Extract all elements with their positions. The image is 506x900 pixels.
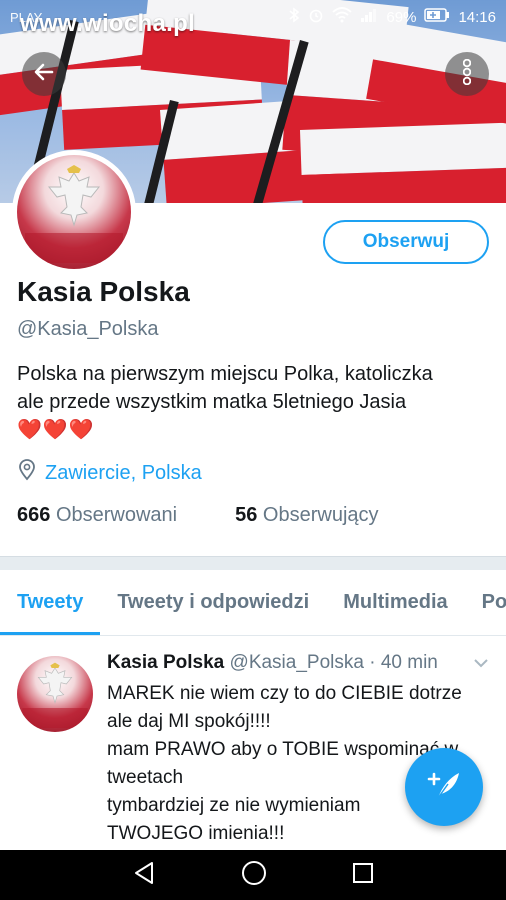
arrow-left-icon: [32, 60, 56, 89]
alarm-icon: [308, 7, 324, 27]
tweet-handle[interactable]: @Kasia_Polska: [230, 652, 364, 673]
nav-recents-button[interactable]: [352, 862, 374, 889]
nav-back-button[interactable]: [132, 860, 156, 891]
followers-label: Obserwujący: [262, 504, 379, 526]
location-pin-icon: [17, 459, 37, 487]
back-button[interactable]: [22, 52, 66, 96]
bio-line: ale przede wszystkim matka 5letniego Jas…: [17, 391, 407, 413]
tweet-header: Kasia Polska @Kasia_Polska · 40 min: [107, 652, 438, 674]
section-divider: [0, 556, 506, 570]
following-count: 666: [17, 504, 51, 526]
chevron-down-icon: [472, 657, 490, 674]
white-eagle-emblem: [25, 165, 123, 263]
following-label: Obserwowani: [55, 504, 178, 526]
nav-home-button[interactable]: [241, 860, 267, 891]
flag-shape: [300, 122, 506, 203]
follow-button[interactable]: Obserwuj: [323, 220, 489, 264]
location-label: Zawiercie, Polska: [45, 461, 202, 484]
white-eagle-emblem: [22, 662, 88, 728]
tweet-line: MAREK nie wiem czy to do CIEBIE dotrze: [107, 683, 462, 704]
following-stat[interactable]: 666 Obserwowani: [17, 504, 177, 527]
tab-tweets-and-replies[interactable]: Tweety i odpowiedzi: [100, 570, 326, 635]
tweet-line: ale daj MI spokój!!!!: [107, 711, 271, 732]
bio-hearts: ❤️❤️❤️: [17, 419, 95, 441]
profile-stats: 666 Obserwowani 56 Obserwujący: [17, 504, 437, 527]
bio-line: Polska na pierwszym miejscu Polka, katol…: [17, 363, 433, 385]
followers-stat[interactable]: 56 Obserwujący: [235, 504, 378, 527]
tab-likes[interactable]: Po: [465, 570, 506, 635]
clock-time: 14:16: [458, 8, 496, 26]
profile-tabs: Tweety Tweety i odpowiedzi Multimedia Po: [0, 570, 506, 636]
tweet-menu-button[interactable]: [472, 656, 490, 675]
tab-media[interactable]: Multimedia: [326, 570, 464, 635]
tweet-author[interactable]: Kasia Polska: [107, 652, 224, 673]
battery-icon: [424, 8, 450, 26]
profile-handle: @Kasia_Polska: [17, 318, 159, 340]
compose-feather-icon: [426, 767, 462, 808]
tweet-separator: ·: [369, 652, 376, 673]
followers-count: 56: [235, 504, 258, 526]
system-navigation-bar: [0, 850, 506, 900]
profile-avatar[interactable]: [12, 150, 136, 274]
watermark: www.wiocha.pl: [20, 10, 196, 37]
tab-tweets[interactable]: Tweety: [0, 570, 101, 635]
more-options-button[interactable]: [445, 52, 489, 96]
tweet-avatar[interactable]: [17, 656, 93, 732]
battery-level: 69%: [386, 8, 417, 26]
tweet-time[interactable]: 40 min: [381, 652, 438, 673]
wifi-icon: [332, 7, 353, 27]
profile-name: Kasia Polska: [17, 276, 190, 307]
profile-bio: Polska na pierwszym miejscu Polka, katol…: [17, 360, 492, 444]
more-vertical-icon: [462, 58, 472, 90]
compose-tweet-button[interactable]: [405, 748, 483, 826]
signal-icon: [360, 7, 378, 27]
bluetooth-icon: [288, 7, 300, 27]
avatar-image: [17, 155, 131, 269]
profile-location[interactable]: Zawiercie, Polska: [17, 459, 202, 487]
